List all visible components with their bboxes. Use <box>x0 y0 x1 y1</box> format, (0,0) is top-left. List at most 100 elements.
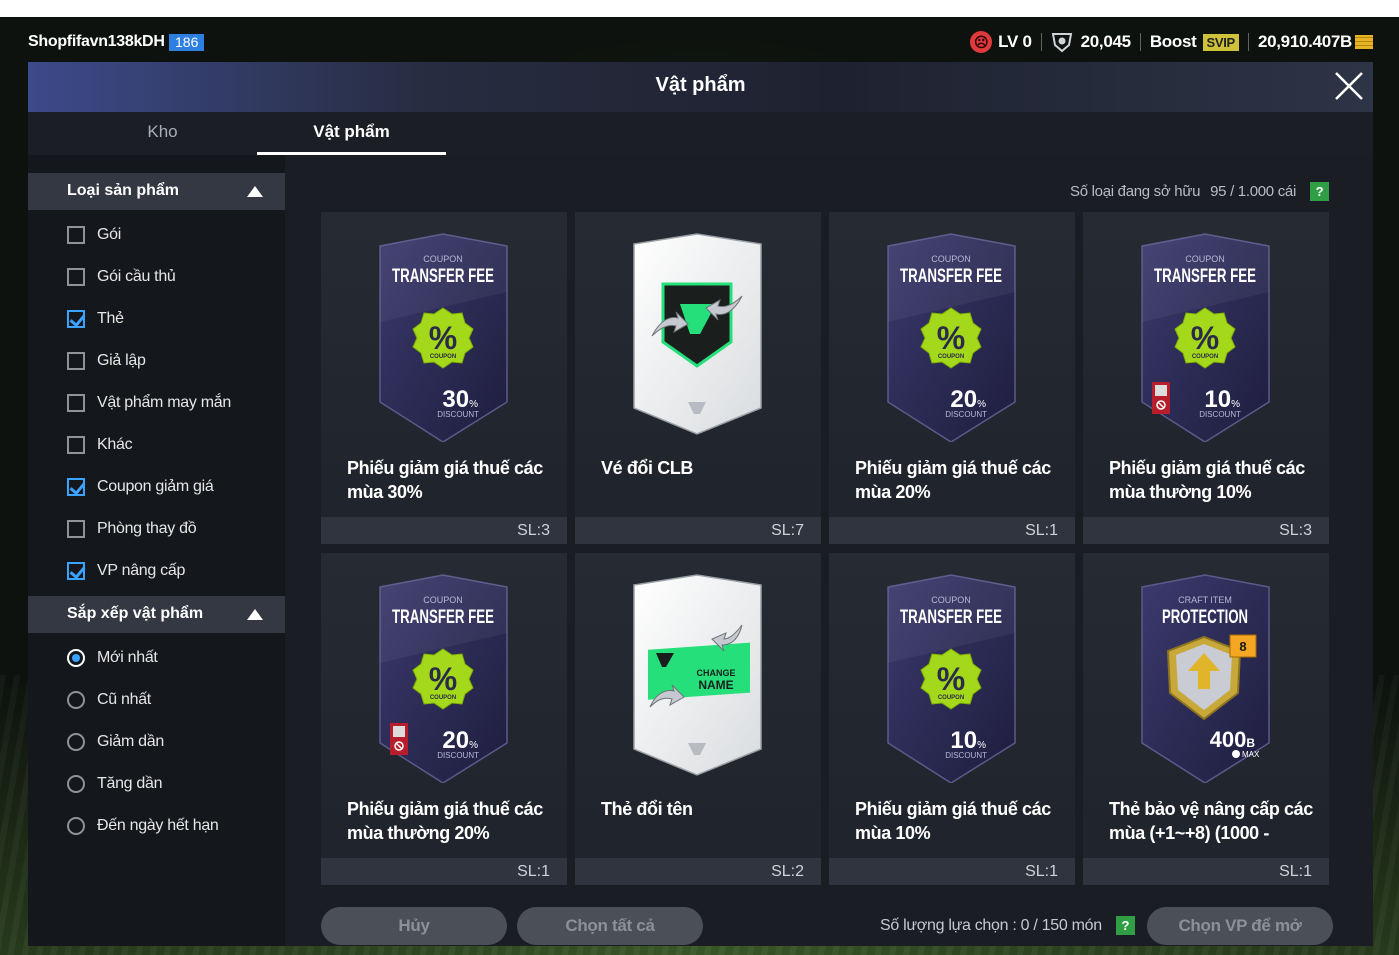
item-card[interactable]: CHANGE NAME Thẻ đổi tên SL:2 <box>575 553 821 885</box>
item-card[interactable]: COUPON TRANSFER FEE% COUPON 20% DISCOUNT Phiế… <box>829 212 1075 544</box>
filter-option[interactable]: VP nâng cấp <box>67 559 185 583</box>
checkbox[interactable] <box>67 226 85 244</box>
item-name: Thẻ bảo vệ nâng cấp các mùa (+1~+8) (100… <box>1109 799 1313 843</box>
filter-option[interactable]: Gói <box>67 223 121 247</box>
sort-option-label: Mới nhất <box>97 649 158 666</box>
select-all-button[interactable]: Chọn tất cả <box>517 907 703 945</box>
sort-option[interactable]: Tăng dần <box>67 772 163 796</box>
angry-face-icon: ☹ <box>970 31 993 53</box>
filter-option[interactable]: Gói cầu thủ <box>67 265 176 289</box>
checkbox[interactable] <box>67 520 85 538</box>
filter-section-title: Loại sản phẩm <box>67 182 180 199</box>
filter-option[interactable]: Thẻ <box>67 307 124 331</box>
open-selected-button[interactable]: Chọn VP để mở <box>1147 907 1333 945</box>
filter-option[interactable]: Vật phẩm may mắn <box>67 391 231 415</box>
filter-option-label: Khác <box>97 436 133 453</box>
item-name: Phiếu giảm giá thuế các mùa 10% <box>855 799 1051 843</box>
radio-button[interactable] <box>67 817 85 835</box>
sort-option[interactable]: Giảm dần <box>67 730 164 754</box>
checkbox[interactable] <box>67 310 85 328</box>
checkbox[interactable] <box>67 268 85 286</box>
item-card[interactable]: COUPON TRANSFER FEE% COUPON 30% DISCOUNT Phiế… <box>321 212 567 544</box>
svg-text:COUPON: COUPON <box>430 354 456 360</box>
item-quantity: SL:1 <box>1083 858 1329 885</box>
radio-button[interactable] <box>67 775 85 793</box>
checkbox[interactable] <box>67 352 85 370</box>
svg-text:COUPON: COUPON <box>430 695 456 701</box>
transfer-fee-coupon-image: COUPONTRANSFER FEE%COUPON20%DISCOUNT <box>379 574 508 783</box>
item-card[interactable]: Vé đổi CLB SL:7 <box>575 212 821 544</box>
filter-section-header[interactable]: Loại sản phẩm <box>28 173 285 210</box>
items-panel: Vật phẩm Kho Vật phẩm Loại sản phẩm Gói G… <box>28 62 1373 946</box>
item-card[interactable]: CRAFT ITEM PROTECTION 8 400B MAX Thẻ bảo vệ n… <box>1083 553 1329 885</box>
protection-card-image: CRAFT ITEMPROTECTION8400BMAX <box>1141 574 1270 783</box>
checkbox[interactable] <box>67 436 85 454</box>
transfer-fee-coupon-image: COUPONTRANSFER FEE%COUPON10%DISCOUNT <box>887 574 1016 783</box>
collapse-arrow-icon <box>247 609 263 620</box>
checkbox[interactable] <box>67 394 85 412</box>
trophy-value: 20,045 <box>1080 32 1132 51</box>
transfer-fee-coupon-image: COUPONTRANSFER FEE%COUPON30%DISCOUNT <box>379 233 508 442</box>
filter-option[interactable]: Giả lập <box>67 349 146 373</box>
help-icon[interactable]: ? <box>1310 182 1329 201</box>
sort-option-label: Giảm dần <box>97 733 164 750</box>
filter-option[interactable]: Phòng thay đồ <box>67 517 197 541</box>
svg-text:COUPON: COUPON <box>938 695 964 701</box>
svg-text:NAME: NAME <box>698 678 733 692</box>
sort-option-label: Cũ nhất <box>97 691 151 708</box>
item-card[interactable]: COUPON TRANSFER FEE% COUPON 10% DISCOUNT Phiế… <box>1083 212 1329 544</box>
svg-text:TRANSFER FEE: TRANSFER FEE <box>900 607 1002 628</box>
filter-option-label: Coupon giảm giá <box>97 478 214 495</box>
svg-text:%: % <box>937 320 965 356</box>
item-quantity: SL:3 <box>1083 517 1329 544</box>
filter-option[interactable]: Coupon giảm giá <box>67 475 214 499</box>
panel-header: Vật phẩm <box>28 62 1373 112</box>
filter-option-label: Vật phẩm may mắn <box>97 394 231 411</box>
svg-text:DISCOUNT: DISCOUNT <box>945 410 987 419</box>
panel-title: Vật phẩm <box>655 74 746 96</box>
filter-option-label: VP nâng cấp <box>97 562 186 579</box>
item-quantity: SL:2 <box>575 858 821 885</box>
item-quantity: SL:7 <box>575 517 821 544</box>
svg-text:PROTECTION: PROTECTION <box>1162 607 1248 628</box>
filter-option-label: Gói <box>97 226 121 243</box>
filter-option-label: Thẻ <box>97 310 124 327</box>
svg-text:COUPON: COUPON <box>938 354 964 360</box>
sort-option[interactable]: Đến ngày hết hạn <box>67 814 219 838</box>
item-name: Phiếu giảm giá thuế các mùa thường 20% <box>347 799 543 843</box>
tab-vat-pham[interactable]: Vật phẩm <box>257 112 446 155</box>
radio-button[interactable] <box>67 649 85 667</box>
filter-sidebar: Loại sản phẩm Gói Gói cầu thủ Thẻ Giả lập Vậ… <box>28 155 285 946</box>
radio-button[interactable] <box>67 733 85 751</box>
radio-button[interactable] <box>67 691 85 709</box>
sort-option[interactable]: Cũ nhất <box>67 688 151 712</box>
tab-bar: Kho Vật phẩm <box>28 112 1373 155</box>
svg-text:DISCOUNT: DISCOUNT <box>437 410 479 419</box>
sort-option-label: Tăng dần <box>97 775 163 792</box>
item-name: Vé đổi CLB <box>601 458 694 478</box>
checkbox[interactable] <box>67 562 85 580</box>
svg-text:COUPON: COUPON <box>931 254 971 264</box>
svg-text:MAX: MAX <box>1242 750 1260 759</box>
currency-bar: ☹ LV 0 20,045 Boost SVIP 20,910.407B <box>970 29 1373 55</box>
svg-text:DISCOUNT: DISCOUNT <box>1199 410 1241 419</box>
filter-option[interactable]: Khác <box>67 433 133 457</box>
filter-option-label: Phòng thay đồ <box>97 520 197 537</box>
svg-text:%: % <box>429 661 457 697</box>
close-icon[interactable] <box>1333 70 1365 102</box>
item-card[interactable]: COUPON TRANSFER FEE% COUPON 10% DISCOUNT Phiế… <box>829 553 1075 885</box>
coins-value: 20,910.407B <box>1257 32 1352 51</box>
trophy-shield-icon <box>1051 33 1072 53</box>
sort-section-header[interactable]: Sắp xếp vật phẩm <box>28 596 285 633</box>
help-icon[interactable]: ? <box>1115 916 1135 935</box>
filter-option-label: Gói cầu thủ <box>97 268 176 285</box>
item-quantity: SL:1 <box>829 517 1075 544</box>
item-name: Phiếu giảm giá thuế các mùa 20% <box>855 458 1051 502</box>
cancel-button[interactable]: Hủy <box>321 907 507 945</box>
item-quantity: SL:1 <box>321 858 567 885</box>
tab-kho[interactable]: Kho <box>68 112 257 155</box>
item-card[interactable]: COUPON TRANSFER FEE% COUPON 20% DISCOUNT Phiế… <box>321 553 567 885</box>
sort-option[interactable]: Mới nhất <box>67 646 158 670</box>
username: Shopfifavn138kDH <box>28 33 165 50</box>
checkbox[interactable] <box>67 478 85 496</box>
